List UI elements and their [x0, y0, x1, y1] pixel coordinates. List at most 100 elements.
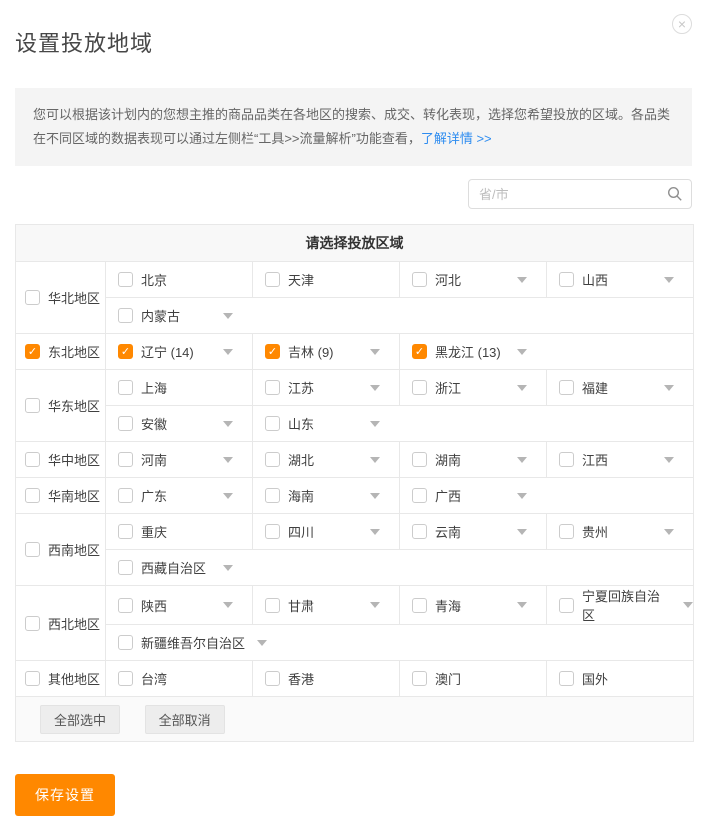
province-cell[interactable]: 陕西: [106, 586, 253, 625]
province-cell[interactable]: 福建: [547, 370, 694, 406]
province-checkbox[interactable]: [118, 452, 133, 467]
province-checkbox[interactable]: [118, 416, 133, 431]
region-cell[interactable]: 华北地区: [16, 262, 106, 334]
province-checkbox-checked[interactable]: ✓: [118, 344, 133, 359]
chevron-down-icon[interactable]: [664, 457, 674, 463]
chevron-down-icon[interactable]: [517, 529, 527, 535]
province-checkbox[interactable]: [118, 272, 133, 287]
province-cell[interactable]: 湖北: [253, 442, 400, 478]
province-checkbox[interactable]: [265, 488, 280, 503]
chevron-down-icon[interactable]: [370, 385, 380, 391]
province-cell[interactable]: 江西: [547, 442, 694, 478]
region-checkbox[interactable]: [25, 542, 40, 557]
chevron-down-icon[interactable]: [370, 602, 380, 608]
province-checkbox[interactable]: [559, 452, 574, 467]
province-cell[interactable]: 青海: [400, 586, 547, 625]
chevron-down-icon[interactable]: [370, 493, 380, 499]
region-checkbox[interactable]: [25, 398, 40, 413]
province-search-input[interactable]: [468, 179, 692, 209]
province-checkbox[interactable]: [118, 598, 133, 613]
chevron-down-icon[interactable]: [223, 349, 233, 355]
province-checkbox[interactable]: [412, 488, 427, 503]
province-checkbox[interactable]: [118, 524, 133, 539]
province-cell[interactable]: 广西: [400, 478, 694, 514]
cancel-all-button[interactable]: 全部取消: [145, 705, 225, 734]
chevron-down-icon[interactable]: [517, 349, 527, 355]
province-cell[interactable]: 澳门: [400, 661, 547, 697]
chevron-down-icon[interactable]: [370, 349, 380, 355]
province-cell[interactable]: 甘肃: [253, 586, 400, 625]
chevron-down-icon[interactable]: [517, 385, 527, 391]
select-all-button[interactable]: 全部选中: [40, 705, 120, 734]
chevron-down-icon[interactable]: [223, 313, 233, 319]
region-cell[interactable]: 西北地区: [16, 586, 106, 661]
region-cell[interactable]: 华南地区: [16, 478, 106, 514]
chevron-down-icon[interactable]: [517, 457, 527, 463]
chevron-down-icon[interactable]: [370, 421, 380, 427]
learn-more-link[interactable]: 了解详情 >>: [421, 131, 492, 146]
chevron-down-icon[interactable]: [517, 602, 527, 608]
chevron-down-icon[interactable]: [517, 493, 527, 499]
region-cell[interactable]: 其他地区: [16, 661, 106, 697]
region-cell[interactable]: 华中地区: [16, 442, 106, 478]
chevron-down-icon[interactable]: [223, 602, 233, 608]
region-checkbox[interactable]: [25, 671, 40, 686]
province-checkbox[interactable]: [559, 272, 574, 287]
region-cell[interactable]: 华东地区: [16, 370, 106, 442]
province-checkbox[interactable]: [265, 524, 280, 539]
region-checkbox[interactable]: [25, 488, 40, 503]
region-cell[interactable]: 西南地区: [16, 514, 106, 586]
province-checkbox[interactable]: [118, 635, 133, 650]
province-checkbox[interactable]: [559, 524, 574, 539]
chevron-down-icon[interactable]: [664, 529, 674, 535]
province-cell[interactable]: 台湾: [106, 661, 253, 697]
province-checkbox[interactable]: [118, 560, 133, 575]
province-cell[interactable]: 天津: [253, 262, 400, 298]
province-cell[interactable]: 重庆: [106, 514, 253, 550]
province-checkbox-checked[interactable]: ✓: [412, 344, 427, 359]
province-cell[interactable]: 北京: [106, 262, 253, 298]
province-checkbox[interactable]: [412, 380, 427, 395]
province-cell[interactable]: 国外: [547, 661, 694, 697]
province-cell[interactable]: 山东: [253, 406, 694, 442]
province-cell[interactable]: 河南: [106, 442, 253, 478]
province-cell[interactable]: 贵州: [547, 514, 694, 550]
province-checkbox[interactable]: [265, 416, 280, 431]
province-checkbox[interactable]: [559, 598, 574, 613]
province-cell[interactable]: 香港: [253, 661, 400, 697]
province-cell[interactable]: 云南: [400, 514, 547, 550]
chevron-down-icon[interactable]: [257, 640, 267, 646]
region-checkbox[interactable]: [25, 452, 40, 467]
province-checkbox[interactable]: [412, 272, 427, 287]
province-checkbox[interactable]: [118, 488, 133, 503]
province-checkbox-checked[interactable]: ✓: [265, 344, 280, 359]
province-cell[interactable]: 上海: [106, 370, 253, 406]
province-checkbox[interactable]: [118, 380, 133, 395]
province-checkbox[interactable]: [412, 671, 427, 686]
province-cell[interactable]: 四川: [253, 514, 400, 550]
province-checkbox[interactable]: [559, 380, 574, 395]
chevron-down-icon[interactable]: [664, 277, 674, 283]
province-cell[interactable]: 新疆维吾尔自治区: [106, 625, 694, 661]
province-cell[interactable]: ✓吉林 (9): [253, 334, 400, 370]
chevron-down-icon[interactable]: [223, 565, 233, 571]
chevron-down-icon[interactable]: [664, 385, 674, 391]
province-checkbox[interactable]: [265, 380, 280, 395]
chevron-down-icon[interactable]: [517, 277, 527, 283]
region-checkbox[interactable]: [25, 290, 40, 305]
province-checkbox[interactable]: [265, 598, 280, 613]
province-cell[interactable]: 海南: [253, 478, 400, 514]
province-cell[interactable]: ✓黑龙江 (13): [400, 334, 694, 370]
chevron-down-icon[interactable]: [683, 602, 693, 608]
province-cell[interactable]: 内蒙古: [106, 298, 694, 334]
chevron-down-icon[interactable]: [370, 529, 380, 535]
chevron-down-icon[interactable]: [223, 421, 233, 427]
province-checkbox[interactable]: [265, 671, 280, 686]
close-icon[interactable]: ×: [672, 14, 692, 34]
chevron-down-icon[interactable]: [370, 457, 380, 463]
province-cell[interactable]: ✓辽宁 (14): [106, 334, 253, 370]
province-checkbox[interactable]: [265, 272, 280, 287]
province-checkbox[interactable]: [412, 524, 427, 539]
province-cell[interactable]: 广东: [106, 478, 253, 514]
chevron-down-icon[interactable]: [223, 457, 233, 463]
